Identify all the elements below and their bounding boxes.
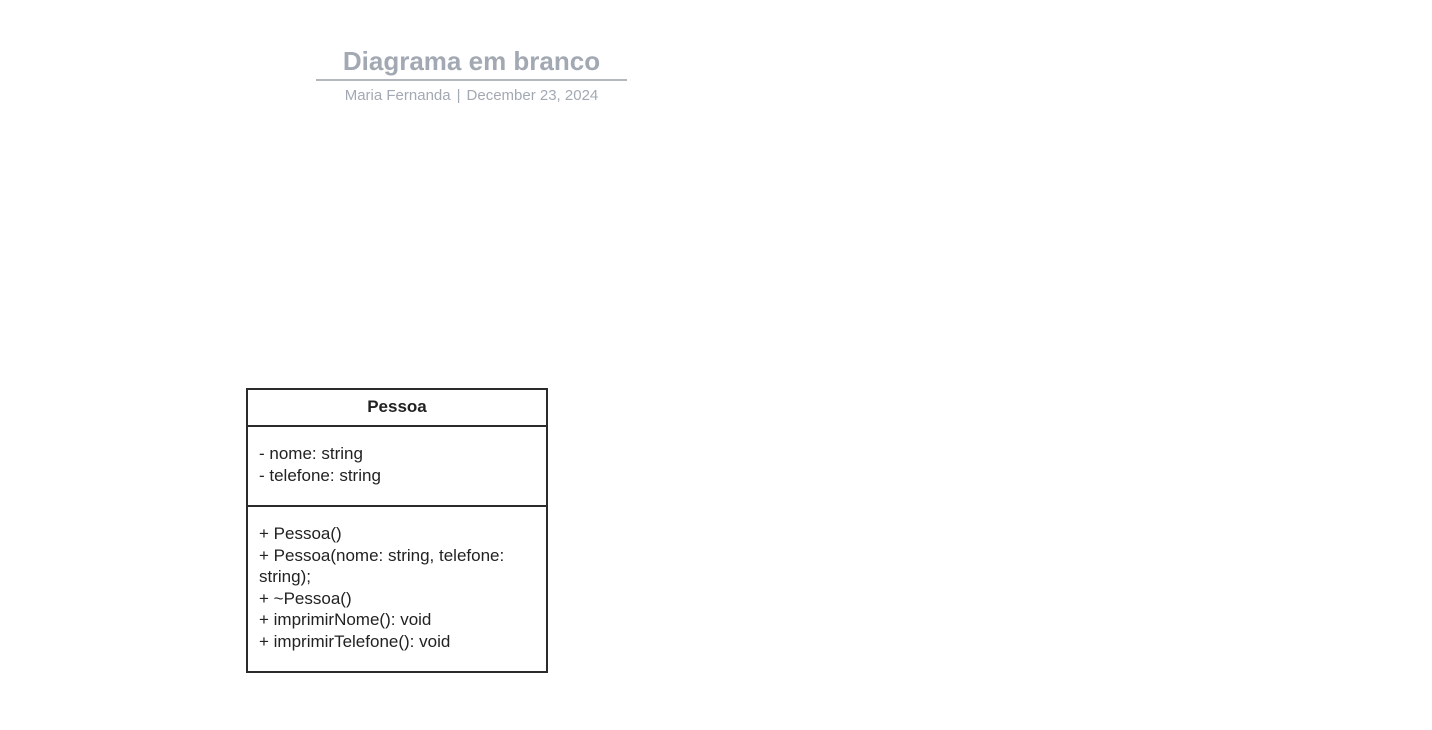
uml-class-pessoa[interactable]: Pessoa - nome: string - telefone: string…: [246, 388, 548, 673]
operation: + Pessoa(): [259, 524, 342, 543]
operation: + imprimirNome(): void: [259, 610, 432, 630]
author-name: Maria Fernanda: [344, 87, 451, 104]
document-header: Diagrama em branco Maria Fernanda | Decemb…: [316, 44, 627, 105]
document-meta: Maria Fernanda | December 23, 2024: [316, 87, 627, 105]
class-attributes: - nome: string - telefone: string: [248, 427, 546, 507]
class-operations: + Pessoa() + Pessoa(nome: string, telefo…: [248, 507, 546, 671]
document-date: December 23, 2024: [466, 87, 599, 104]
attribute: - nome: string: [259, 444, 363, 463]
attribute: - telefone: string: [259, 465, 381, 485]
operation: + imprimirTelefone(): void: [259, 631, 451, 651]
document-title[interactable]: Diagrama em branco: [316, 44, 627, 81]
operation: + ~Pessoa(): [259, 588, 352, 608]
operation: + Pessoa(nome: string, telefone: string)…: [259, 545, 509, 587]
meta-separator: |: [456, 87, 461, 104]
class-name: Pessoa: [248, 390, 546, 427]
